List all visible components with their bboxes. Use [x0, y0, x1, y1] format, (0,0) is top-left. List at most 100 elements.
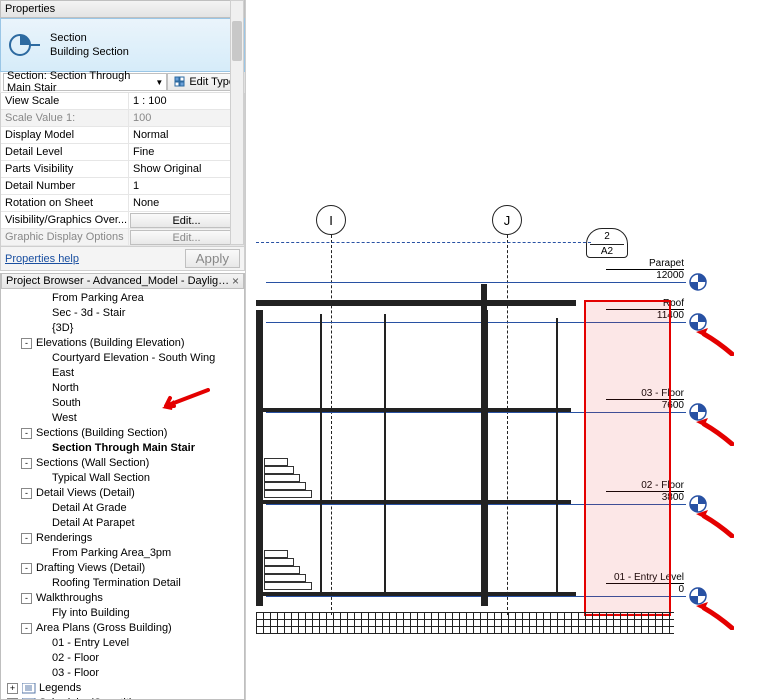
property-row[interactable]: Rotation on SheetNone [1, 195, 244, 212]
grid-bubble-i[interactable]: I [316, 205, 346, 235]
property-edit-button[interactable]: Edit... [130, 230, 243, 245]
property-row[interactable]: Graphic Display OptionsEdit... [1, 229, 244, 246]
tree-label: West [52, 411, 77, 426]
property-value[interactable]: Normal [129, 127, 244, 143]
collapse-icon[interactable]: - [21, 488, 32, 499]
tree-spacer [37, 368, 48, 379]
level-head-icon[interactable] [688, 272, 708, 292]
tree-label: From Parking Area_3pm [52, 546, 171, 561]
tree-node[interactable]: 01 - Entry Level [3, 636, 244, 651]
tree-node[interactable]: -Elevations (Building Elevation) [3, 336, 244, 351]
property-row[interactable]: Detail LevelFine [1, 144, 244, 161]
tree-label: Sections (Building Section) [36, 426, 167, 441]
tree-label: Area Plans (Gross Building) [36, 621, 172, 636]
project-browser-tree[interactable]: From Parking AreaSec - 3d - Stair{3D}-El… [1, 289, 244, 699]
tree-spacer [37, 398, 48, 409]
tree-label: 02 - Floor [52, 651, 99, 666]
tree-node[interactable]: Sec - 3d - Stair [3, 306, 244, 321]
tree-node[interactable]: Roofing Termination Detail [3, 576, 244, 591]
callout-arrow-icon [694, 510, 734, 538]
collapse-icon[interactable]: - [21, 593, 32, 604]
property-row[interactable]: Parts VisibilityShow Original [1, 161, 244, 178]
tree-spacer [37, 653, 48, 664]
properties-title: Properties [5, 3, 55, 15]
property-key: View Scale [1, 93, 129, 109]
tree-node[interactable]: 03 - Floor [3, 666, 244, 681]
collapse-icon[interactable]: - [21, 533, 32, 544]
property-row[interactable]: View Scale1 : 100 [1, 93, 244, 110]
tree-spacer [37, 443, 48, 454]
tree-label: Detail Views (Detail) [36, 486, 135, 501]
collapse-icon[interactable]: - [21, 338, 32, 349]
tree-node[interactable]: 02 - Floor [3, 651, 244, 666]
section-reference-bubble[interactable]: 2 A2 [586, 228, 628, 258]
tree-label: Schedules/Quantities [39, 696, 143, 699]
property-value[interactable]: 100 [129, 110, 244, 126]
tree-label: From Parking Area [52, 291, 144, 306]
tree-label: Fly into Building [52, 606, 130, 621]
instance-selector[interactable]: Section: Section Through Main Stair ▼ [3, 73, 167, 91]
tree-node[interactable]: -Sections (Wall Section) [3, 456, 244, 471]
legend-icon [22, 683, 36, 694]
property-key: Rotation on Sheet [1, 195, 129, 211]
property-value[interactable]: 1 : 100 [129, 93, 244, 109]
tree-node[interactable]: - Schedules/Quantities [3, 696, 244, 699]
tree-node[interactable]: East [3, 366, 244, 381]
property-value[interactable]: 1 [129, 178, 244, 194]
tree-node[interactable]: West [3, 411, 244, 426]
level-label[interactable]: Parapet12000 [606, 258, 684, 281]
collapse-icon[interactable]: - [21, 428, 32, 439]
tree-label: Drafting Views (Detail) [36, 561, 145, 576]
property-row[interactable]: Display ModelNormal [1, 127, 244, 144]
type-category: Section [50, 31, 129, 45]
tree-node[interactable]: {3D} [3, 321, 244, 336]
callout-arrow-icon [694, 328, 734, 356]
tree-node[interactable]: -Drafting Views (Detail) [3, 561, 244, 576]
property-row[interactable]: Scale Value 1:100 [1, 110, 244, 127]
section-type-icon [4, 25, 44, 65]
property-value[interactable]: None [129, 195, 244, 211]
tree-node[interactable]: +Legends [3, 681, 244, 696]
property-row[interactable]: Visibility/Graphics Over...Edit... [1, 212, 244, 229]
properties-header: Properties × [0, 0, 245, 18]
tree-node[interactable]: -Sections (Building Section) [3, 426, 244, 441]
collapse-icon[interactable]: - [21, 623, 32, 634]
properties-grid: View Scale1 : 100Scale Value 1:100Displa… [0, 93, 245, 247]
properties-scrollbar[interactable] [230, 0, 244, 245]
tree-node[interactable]: Courtyard Elevation - South Wing [3, 351, 244, 366]
collapse-icon[interactable]: - [21, 563, 32, 574]
collapse-icon[interactable]: - [7, 698, 18, 699]
properties-help-link[interactable]: Properties help [5, 253, 79, 265]
tree-node[interactable]: -Renderings [3, 531, 244, 546]
grid-bubble-j[interactable]: J [492, 205, 522, 235]
tree-node[interactable]: -Area Plans (Gross Building) [3, 621, 244, 636]
tree-node[interactable]: Detail At Parapet [3, 516, 244, 531]
tree-spacer [37, 353, 48, 364]
property-edit-button[interactable]: Edit... [130, 213, 243, 228]
tree-node[interactable]: From Parking Area [3, 291, 244, 306]
drawing-canvas[interactable]: 2 A2 I J Parapet12000Roof1140003 - Floor… [245, 0, 768, 700]
type-selector[interactable]: Section Building Section ▼ [0, 18, 245, 72]
property-key: Parts Visibility [1, 161, 129, 177]
tree-node[interactable]: Typical Wall Section [3, 471, 244, 486]
tree-spacer [37, 503, 48, 514]
crop-region[interactable] [584, 300, 671, 616]
tree-node[interactable]: Fly into Building [3, 606, 244, 621]
tree-spacer [37, 413, 48, 424]
property-row[interactable]: Detail Number1 [1, 178, 244, 195]
tree-node[interactable]: From Parking Area_3pm [3, 546, 244, 561]
close-icon[interactable]: × [232, 274, 239, 288]
tree-spacer [37, 383, 48, 394]
tree-spacer [37, 668, 48, 679]
tree-label: Typical Wall Section [52, 471, 150, 486]
tree-node[interactable]: -Detail Views (Detail) [3, 486, 244, 501]
tree-node[interactable]: -Walkthroughs [3, 591, 244, 606]
tree-spacer [37, 608, 48, 619]
tree-node[interactable]: Section Through Main Stair [3, 441, 244, 456]
property-value[interactable]: Fine [129, 144, 244, 160]
collapse-icon[interactable]: - [21, 458, 32, 469]
expand-icon[interactable]: + [7, 683, 18, 694]
tree-node[interactable]: Detail At Grade [3, 501, 244, 516]
apply-button[interactable]: Apply [185, 249, 240, 268]
property-value[interactable]: Show Original [129, 161, 244, 177]
